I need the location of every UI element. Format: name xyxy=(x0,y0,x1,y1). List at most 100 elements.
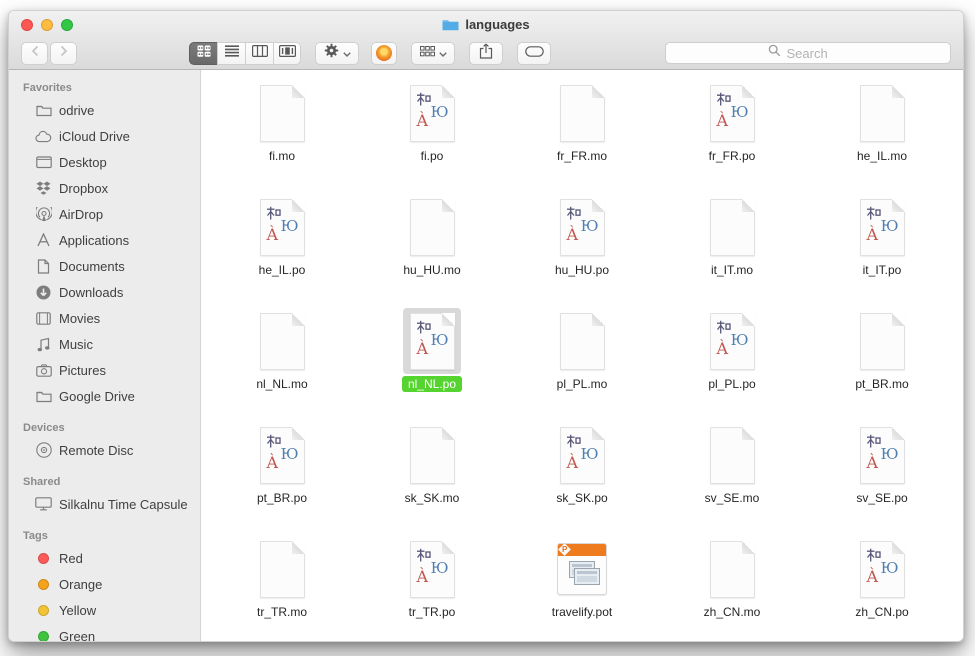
file-label[interactable]: nl_NL.mo xyxy=(250,376,313,392)
file-icon-wrap[interactable] xyxy=(403,422,461,488)
file-label[interactable]: nl_NL.po xyxy=(402,376,462,392)
file-icon-wrap[interactable] xyxy=(703,536,761,602)
file-icon-wrap[interactable]: Ю À xyxy=(253,422,311,488)
sidebar-item-downloads[interactable]: Downloads xyxy=(9,279,200,305)
sidebar-item-music[interactable]: Music xyxy=(9,331,200,357)
sidebar-item-documents[interactable]: Documents xyxy=(9,253,200,279)
file-sk_SK.mo[interactable]: sk_SK.mo xyxy=(357,422,507,536)
tags-button[interactable] xyxy=(517,42,551,65)
coverflow-view-button[interactable] xyxy=(273,42,301,65)
file-hu_HU.mo[interactable]: hu_HU.mo xyxy=(357,194,507,308)
file-label[interactable]: sv_SE.mo xyxy=(699,490,766,506)
sidebar-item-google-drive[interactable]: Google Drive xyxy=(9,383,200,409)
file-sk_SK.po[interactable]: Ю À sk_SK.po xyxy=(507,422,657,536)
file-sv_SE.mo[interactable]: sv_SE.mo xyxy=(657,422,807,536)
sidebar-item-silkalnu-time-capsule[interactable]: Silkalnu Time Capsule xyxy=(9,491,200,517)
column-view-button[interactable] xyxy=(245,42,273,65)
file-label[interactable]: he_IL.mo xyxy=(851,148,913,164)
file-label[interactable]: zh_CN.po xyxy=(849,604,914,620)
file-icon-wrap[interactable]: Ю À xyxy=(403,308,461,374)
titlebar[interactable]: languages xyxy=(9,11,963,37)
sidebar-item-pictures[interactable]: Pictures xyxy=(9,357,200,383)
file-label[interactable]: travelify.pot xyxy=(546,604,618,620)
file-fi.po[interactable]: Ю À fi.po xyxy=(357,80,507,194)
forward-button[interactable] xyxy=(50,42,77,65)
search-field[interactable] xyxy=(665,42,951,64)
sidebar-item-icloud-drive[interactable]: iCloud Drive xyxy=(9,123,200,149)
file-pl_PL.po[interactable]: Ю À pl_PL.po xyxy=(657,308,807,422)
file-hu_HU.po[interactable]: Ю À hu_HU.po xyxy=(507,194,657,308)
file-zh_CN.po[interactable]: Ю À zh_CN.po xyxy=(807,536,957,641)
file-icon-wrap[interactable]: Ю À xyxy=(253,194,311,260)
file-label[interactable]: zh_CN.mo xyxy=(698,604,767,620)
file-icon-wrap[interactable] xyxy=(703,422,761,488)
file-label[interactable]: it_IT.mo xyxy=(705,262,759,278)
file-icon-wrap[interactable] xyxy=(403,194,461,260)
file-he_IL.mo[interactable]: he_IL.mo xyxy=(807,80,957,194)
list-view-button[interactable] xyxy=(217,42,245,65)
sidebar-item-red[interactable]: Red xyxy=(9,545,200,571)
sidebar-item-desktop[interactable]: Desktop xyxy=(9,149,200,175)
back-button[interactable] xyxy=(21,42,48,65)
file-label[interactable]: it_IT.po xyxy=(857,262,908,278)
sidebar-item-movies[interactable]: Movies xyxy=(9,305,200,331)
file-label[interactable]: pt_BR.mo xyxy=(849,376,914,392)
icon-view-button[interactable] xyxy=(189,42,217,65)
sidebar-item-orange[interactable]: Orange xyxy=(9,571,200,597)
sidebar-item-odrive[interactable]: odrive xyxy=(9,97,200,123)
file-label[interactable]: pl_PL.mo xyxy=(551,376,614,392)
sidebar-item-applications[interactable]: Applications xyxy=(9,227,200,253)
file-label[interactable]: fr_FR.po xyxy=(703,148,762,164)
arrange-menu-button[interactable] xyxy=(411,42,455,65)
file-tr_TR.mo[interactable]: tr_TR.mo xyxy=(207,536,357,641)
file-zh_CN.mo[interactable]: zh_CN.mo xyxy=(657,536,807,641)
file-icon-wrap[interactable]: Ю À xyxy=(853,536,911,602)
file-label[interactable]: tr_TR.mo xyxy=(251,604,313,620)
sidebar-item-remote-disc[interactable]: Remote Disc xyxy=(9,437,200,463)
file-he_IL.po[interactable]: Ю À he_IL.po xyxy=(207,194,357,308)
action-menu-button[interactable] xyxy=(315,42,359,65)
file-icon-wrap[interactable]: Ю À xyxy=(553,422,611,488)
search-input[interactable] xyxy=(785,45,849,62)
file-icon-wrap[interactable] xyxy=(703,194,761,260)
file-icon-wrap[interactable] xyxy=(253,80,311,146)
sidebar-item-green[interactable]: Green xyxy=(9,623,200,641)
file-icon-wrap[interactable] xyxy=(253,536,311,602)
file-it_IT.po[interactable]: Ю À it_IT.po xyxy=(807,194,957,308)
file-label[interactable]: hu_HU.mo xyxy=(397,262,466,278)
sidebar-item-yellow[interactable]: Yellow xyxy=(9,597,200,623)
file-nl_NL.mo[interactable]: nl_NL.mo xyxy=(207,308,357,422)
file-label[interactable]: fi.po xyxy=(415,148,450,164)
file-label[interactable]: pt_BR.po xyxy=(251,490,313,506)
file-label[interactable]: fi.mo xyxy=(263,148,301,164)
file-label[interactable]: pl_PL.po xyxy=(702,376,761,392)
file-fi.mo[interactable]: fi.mo xyxy=(207,80,357,194)
file-icon-wrap[interactable] xyxy=(853,308,911,374)
file-icon-wrap[interactable]: Ю À xyxy=(553,194,611,260)
file-it_IT.mo[interactable]: it_IT.mo xyxy=(657,194,807,308)
file-icon-wrap[interactable]: Ю À xyxy=(703,80,761,146)
file-label[interactable]: sk_SK.mo xyxy=(399,490,466,506)
file-icon-wrap[interactable] xyxy=(253,308,311,374)
file-label[interactable]: sk_SK.po xyxy=(550,490,613,506)
file-pt_BR.mo[interactable]: pt_BR.mo xyxy=(807,308,957,422)
file-tr_TR.po[interactable]: Ю À tr_TR.po xyxy=(357,536,507,641)
file-label[interactable]: hu_HU.po xyxy=(549,262,615,278)
file-icon-wrap[interactable] xyxy=(553,308,611,374)
file-nl_NL.po[interactable]: Ю À nl_NL.po xyxy=(357,308,507,422)
file-icon-wrap[interactable]: Ю À xyxy=(853,422,911,488)
file-label[interactable]: fr_FR.mo xyxy=(551,148,613,164)
file-label[interactable]: tr_TR.po xyxy=(403,604,462,620)
odrive-toolbar-button[interactable] xyxy=(371,42,397,65)
file-icon-wrap[interactable]: Ю À xyxy=(703,308,761,374)
file-fr_FR.mo[interactable]: fr_FR.mo xyxy=(507,80,657,194)
file-icon-wrap[interactable] xyxy=(553,80,611,146)
file-icon-wrap[interactable]: P xyxy=(553,536,611,602)
file-icon-wrap[interactable] xyxy=(853,80,911,146)
file-icon-wrap[interactable]: Ю À xyxy=(403,536,461,602)
share-button[interactable] xyxy=(469,42,503,65)
file-icon-wrap[interactable]: Ю À xyxy=(403,80,461,146)
file-fr_FR.po[interactable]: Ю À fr_FR.po xyxy=(657,80,807,194)
file-pt_BR.po[interactable]: Ю À pt_BR.po xyxy=(207,422,357,536)
file-travelify.pot[interactable]: P travelify.pot xyxy=(507,536,657,641)
